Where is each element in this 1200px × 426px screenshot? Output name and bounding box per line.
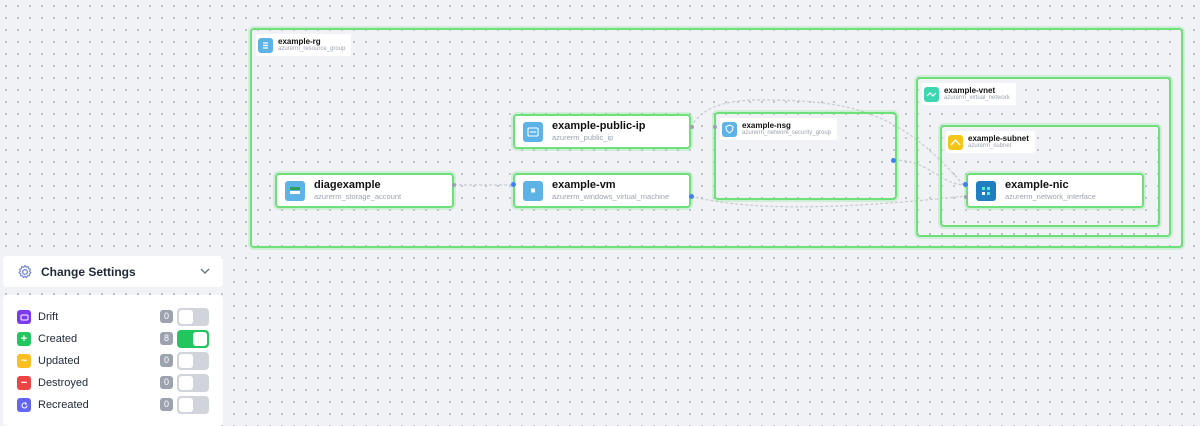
legend-label: Recreated bbox=[38, 399, 89, 411]
vnet-type: azurerm_virtual_network bbox=[944, 95, 1010, 101]
nsg-group-container[interactable]: example-nsg azurerm_network_security_gro… bbox=[714, 112, 897, 200]
nic-input-handle-2[interactable] bbox=[964, 195, 968, 199]
nsg-type: azurerm_network_security_group bbox=[742, 130, 832, 136]
recreated-toggle[interactable] bbox=[177, 396, 209, 414]
resource-group-label: example-rg azurerm_resource_group bbox=[256, 34, 352, 56]
node-storage-account[interactable]: diagexample azurerm_storage_account bbox=[275, 173, 454, 208]
gear-icon bbox=[18, 264, 32, 278]
virtual-machine-type: azurerm_windows_virtual_machine bbox=[552, 192, 670, 201]
plus-icon: + bbox=[17, 332, 31, 346]
public-ip-type: azurerm_public_ip bbox=[552, 133, 614, 142]
chevron-down-icon[interactable] bbox=[199, 265, 211, 277]
node-virtual-machine[interactable]: example-vm azurerm_windows_virtual_machi… bbox=[513, 173, 691, 208]
legend-row-created: + Created 8 bbox=[17, 330, 213, 348]
resource-group-icon bbox=[258, 37, 273, 53]
updated-toggle[interactable] bbox=[177, 352, 209, 370]
vm-output-handle[interactable] bbox=[689, 194, 694, 199]
vnet-group-label: example-vnet azurerm_virtual_network bbox=[922, 83, 1016, 105]
nsg-shield-icon bbox=[722, 121, 737, 137]
legend-label: Updated bbox=[38, 355, 80, 367]
storage-output-handle[interactable] bbox=[452, 183, 456, 187]
subnet-type: azurerm_subnet bbox=[968, 143, 1012, 149]
destroyed-toggle[interactable] bbox=[177, 374, 209, 392]
subnet-name: example-subnet bbox=[968, 134, 1029, 143]
tilde-icon: ~ bbox=[17, 354, 31, 368]
nsg-name: example-nsg bbox=[742, 121, 791, 130]
public-ip-icon bbox=[523, 121, 543, 142]
virtual-machine-name: example-vm bbox=[552, 179, 616, 191]
legend-row-recreated: Recreated 0 bbox=[17, 396, 213, 414]
nsg-input-handle[interactable] bbox=[713, 125, 717, 129]
legend-row-destroyed: − Destroyed 0 bbox=[17, 374, 213, 392]
legend-label: Created bbox=[38, 333, 78, 345]
network-interface-name: example-nic bbox=[1005, 179, 1069, 191]
node-network-interface[interactable]: example-nic azurerm_network_interface bbox=[966, 173, 1144, 208]
change-settings-label: Change Settings bbox=[41, 264, 136, 279]
network-interface-icon bbox=[976, 180, 996, 201]
nic-input-handle[interactable] bbox=[963, 182, 968, 187]
nsg-output-handle[interactable] bbox=[891, 158, 896, 163]
legend-count: 8 bbox=[160, 332, 173, 345]
subnet-icon bbox=[948, 134, 963, 150]
resource-group-name: example-rg bbox=[278, 37, 321, 46]
change-settings-panel[interactable]: Change Settings bbox=[3, 256, 223, 287]
legend-count: 0 bbox=[160, 398, 173, 411]
legend-row-updated: ~ Updated 0 bbox=[17, 352, 213, 370]
vm-input-handle[interactable] bbox=[511, 182, 516, 187]
network-interface-type: azurerm_network_interface bbox=[1005, 192, 1096, 201]
legend-panel: Drift 0 + Created 8 ~ Updated 0 − Destro… bbox=[3, 295, 223, 426]
legend-count: 0 bbox=[160, 354, 173, 367]
storage-account-name: diagexample bbox=[314, 179, 381, 191]
legend-row-drift: Drift 0 bbox=[17, 308, 213, 326]
refresh-icon bbox=[17, 398, 31, 412]
subnet-group-label: example-subnet azurerm_subnet bbox=[946, 131, 1035, 153]
nsg-group-label: example-nsg azurerm_network_security_gro… bbox=[720, 118, 838, 140]
storage-account-icon bbox=[285, 180, 305, 201]
legend-label: Drift bbox=[38, 311, 59, 323]
node-public-ip[interactable]: example-public-ip azurerm_public_ip bbox=[513, 114, 691, 149]
virtual-machine-icon bbox=[523, 180, 543, 201]
public-ip-output-handle[interactable] bbox=[690, 125, 694, 129]
legend-count: 0 bbox=[160, 310, 173, 323]
legend-label: Destroyed bbox=[38, 377, 89, 389]
legend-count: 0 bbox=[160, 376, 173, 389]
vnet-icon bbox=[924, 86, 939, 102]
minus-icon: − bbox=[17, 376, 31, 390]
storage-account-type: azurerm_storage_account bbox=[314, 192, 402, 201]
drift-icon bbox=[17, 310, 31, 324]
public-ip-name: example-public-ip bbox=[552, 120, 646, 132]
resource-group-type: azurerm_resource_group bbox=[278, 46, 346, 52]
created-toggle[interactable] bbox=[177, 330, 209, 348]
vnet-name: example-vnet bbox=[944, 86, 996, 95]
drift-toggle[interactable] bbox=[177, 308, 209, 326]
